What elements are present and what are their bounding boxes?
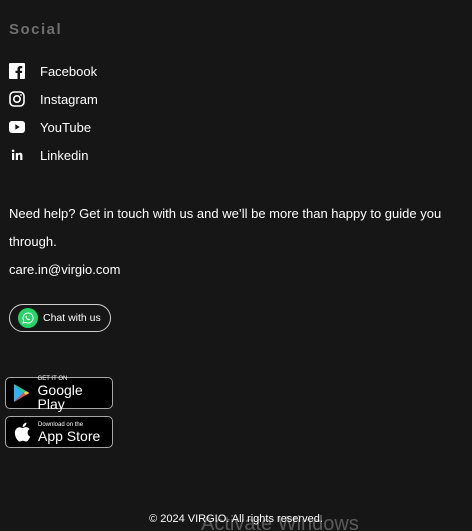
google-play-badge[interactable]: GET IT ON Google Play [5,375,113,412]
apple-icon [12,421,32,443]
chat-button-label: Chat with us [43,312,101,324]
apple-badge-big-text: App Store [38,427,101,444]
copyright-text: © 2024 VIRGIO. All rights reserved. [149,513,323,525]
social-label-instagram: Instagram [40,91,98,107]
google-badge-small-text: GET IT ON [37,375,68,382]
app-store-badge[interactable]: Download on the App Store [5,416,113,448]
chat-with-us-button[interactable]: Chat with us [9,304,111,332]
social-heading: Social [9,21,63,38]
social-list: Facebook Instagram YouTube Linkedin [9,57,98,169]
social-link-facebook[interactable]: Facebook [9,57,98,85]
social-link-linkedin[interactable]: Linkedin [9,141,98,169]
linkedin-icon [9,147,25,163]
google-play-icon [12,382,32,404]
social-label-youtube: YouTube [40,119,92,135]
youtube-icon [9,119,25,135]
apple-badge-small-text: Download on the [38,421,84,428]
whatsapp-icon [18,308,38,328]
help-text: Need help? Get in touch with us and we’l… [9,206,442,249]
social-link-youtube[interactable]: YouTube [9,113,98,141]
social-label-linkedin: Linkedin [40,147,89,163]
google-badge-big-text: Google Play [37,381,83,412]
support-email-link[interactable]: care.in@virgio.com [9,256,120,284]
social-link-instagram[interactable]: Instagram [9,85,98,113]
social-label-facebook: Facebook [40,63,98,79]
instagram-icon [9,91,25,107]
facebook-icon [9,63,25,79]
